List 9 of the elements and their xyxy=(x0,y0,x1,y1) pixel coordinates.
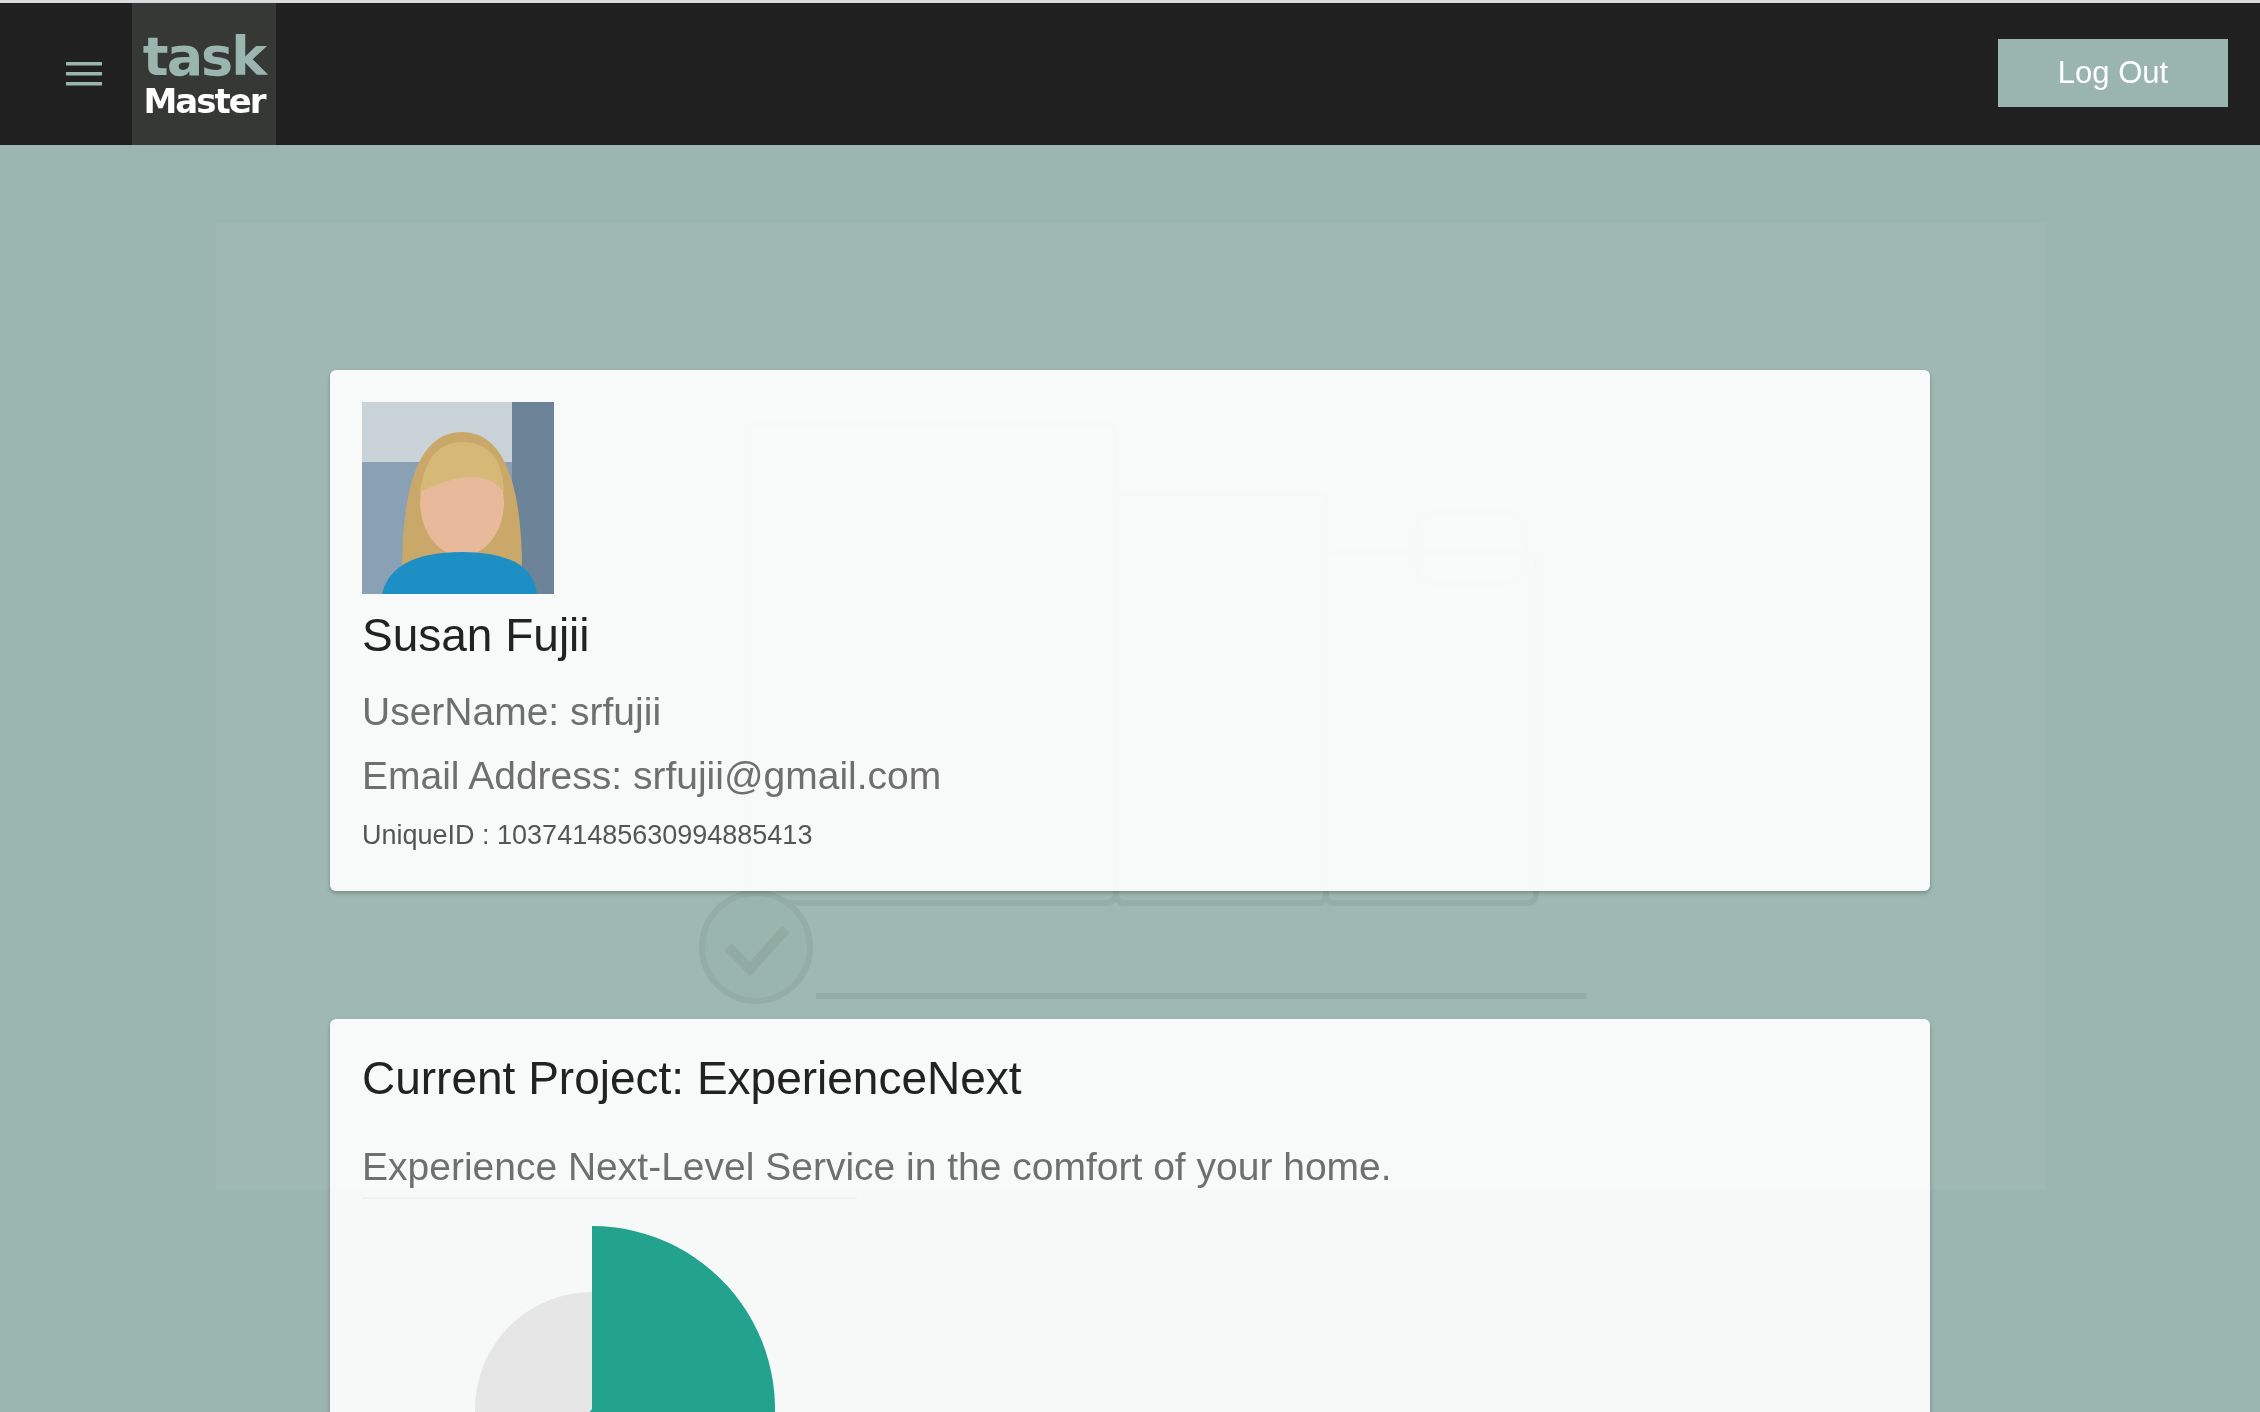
logo[interactable]: task Master xyxy=(132,3,276,145)
unique-id-text: UniqueID : 103741485630994885413 xyxy=(362,820,813,851)
username-text: UserName: srfujii xyxy=(362,690,662,734)
project-description: Experience Next-Level Service in the comfort of your home. xyxy=(362,1145,1392,1189)
menu-icon[interactable] xyxy=(66,62,102,86)
email-text: Email Address: srfujii@gmail.com xyxy=(362,754,942,798)
project-title: Current Project: ExperienceNext xyxy=(362,1051,1022,1105)
check-circle-icon xyxy=(699,890,813,1004)
user-name: Susan Fujii xyxy=(362,608,590,662)
